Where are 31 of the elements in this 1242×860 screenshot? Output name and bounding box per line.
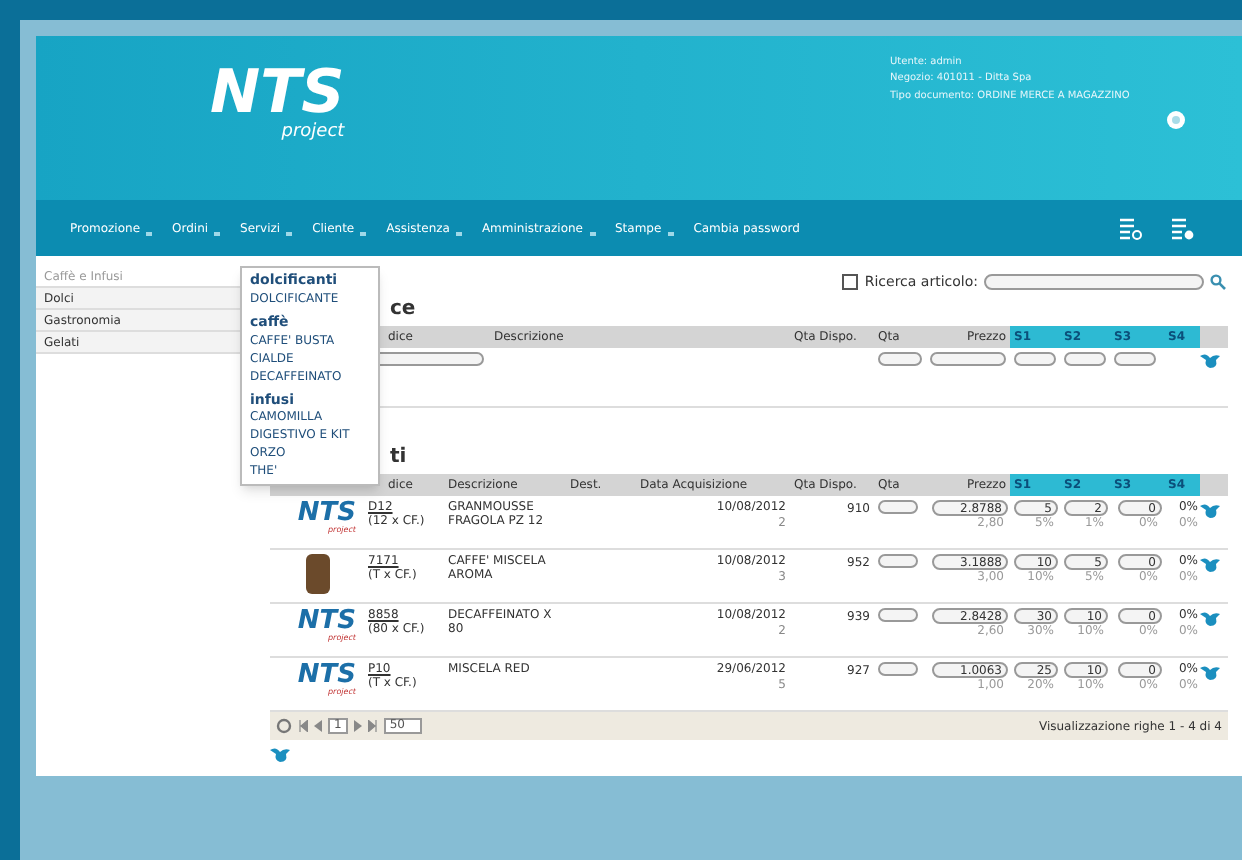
bird-icon[interactable] [1200, 352, 1222, 370]
first-page-icon[interactable] [298, 720, 308, 732]
prev-page-icon[interactable] [314, 720, 322, 732]
refresh-icon[interactable] [276, 718, 292, 734]
bird-icon[interactable] [1200, 556, 1222, 574]
input-field[interactable] [1064, 352, 1106, 366]
list-settings-icon[interactable] [1170, 217, 1194, 239]
section-title: ti [390, 448, 409, 468]
input-field[interactable] [878, 662, 918, 676]
bird-icon[interactable] [1200, 610, 1222, 628]
input-field[interactable] [878, 554, 918, 568]
input-field[interactable] [878, 608, 918, 622]
input-field[interactable] [1114, 352, 1156, 366]
search-checkbox[interactable] [842, 274, 859, 291]
logo-text: NTS [210, 64, 345, 124]
input-field[interactable] [878, 500, 918, 514]
input-field[interactable] [930, 352, 1006, 366]
bird-icon[interactable] [1200, 502, 1222, 520]
list-icon[interactable] [1118, 217, 1142, 239]
next-page-icon[interactable] [353, 720, 362, 732]
settings-icon[interactable] [1166, 109, 1186, 130]
product-photo [305, 554, 329, 594]
search-field[interactable] [984, 274, 1204, 291]
search-icon[interactable] [1210, 274, 1226, 291]
input-field[interactable] [878, 352, 922, 366]
bird-icon[interactable] [1200, 664, 1222, 682]
last-page-icon[interactable] [367, 720, 378, 732]
input-field[interactable] [1014, 352, 1056, 366]
section-title: ce [390, 300, 418, 320]
logo-subtext: project [281, 124, 345, 142]
bird-icon[interactable] [270, 746, 292, 764]
